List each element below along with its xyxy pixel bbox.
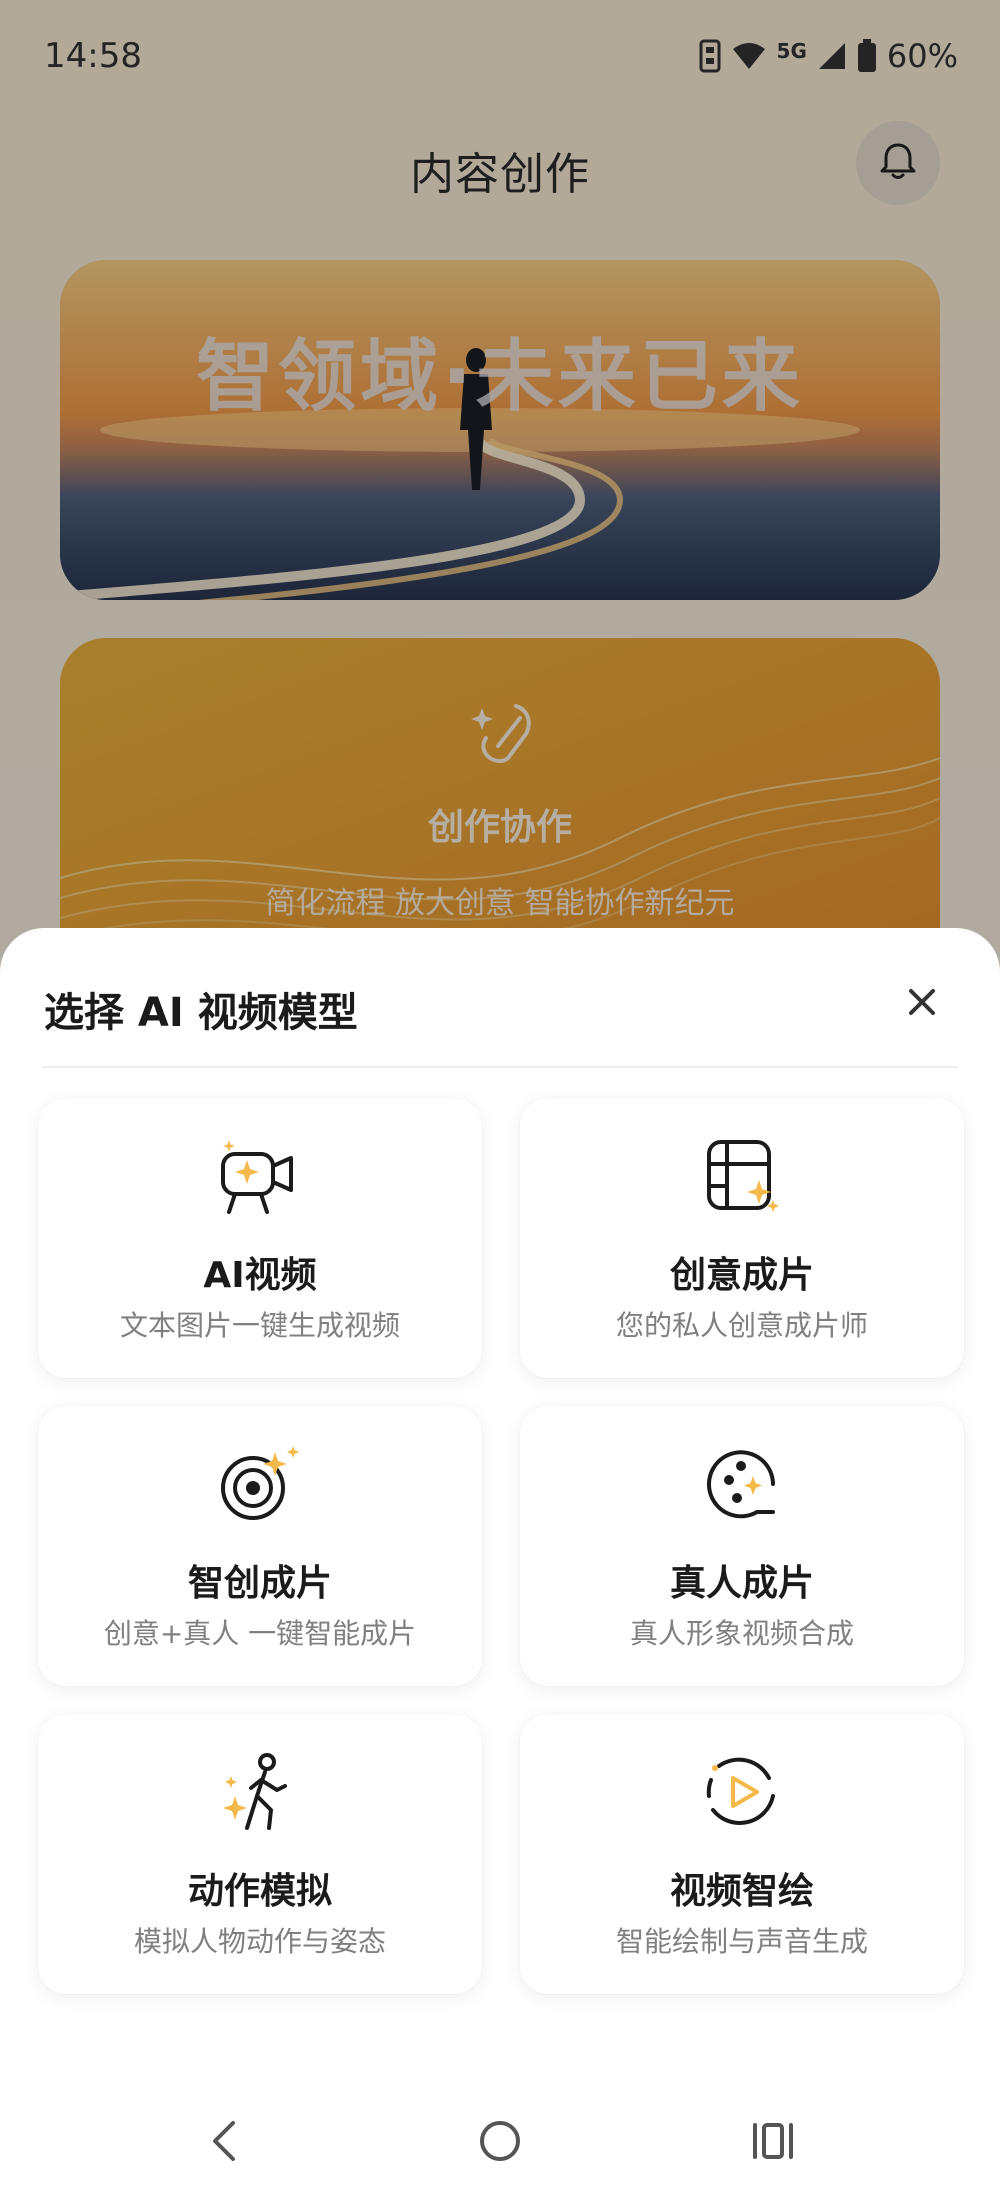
film-sparkle-icon bbox=[699, 1136, 785, 1216]
card-subtitle: 创意+真人 一键智能成片 bbox=[103, 1617, 417, 1650]
card-title: 真人成片 bbox=[669, 1563, 814, 1604]
sheet-title: 选择 AI 视频模型 bbox=[44, 990, 358, 1036]
nav-recents-button[interactable] bbox=[738, 2108, 808, 2178]
running-person-sparkle-icon bbox=[217, 1752, 303, 1832]
system-nav-bar bbox=[0, 2090, 1000, 2199]
model-card-creative-film[interactable]: 创意成片 您的私人创意成片师 bbox=[520, 1098, 964, 1378]
play-circle-icon bbox=[699, 1752, 785, 1832]
target-sparkle-icon bbox=[217, 1444, 303, 1524]
card-title: 智创成片 bbox=[187, 1563, 332, 1604]
close-icon bbox=[907, 987, 937, 1021]
nav-back-button[interactable] bbox=[190, 2108, 260, 2178]
model-card-smart-film[interactable]: 智创成片 创意+真人 一键智能成片 bbox=[38, 1406, 482, 1686]
sheet-divider bbox=[42, 1066, 958, 1068]
card-title: 动作模拟 bbox=[187, 1871, 332, 1912]
video-camera-sparkle-icon bbox=[217, 1136, 303, 1216]
back-chevron-icon bbox=[205, 2119, 245, 2167]
card-subtitle: 真人形象视频合成 bbox=[629, 1617, 854, 1650]
card-subtitle: 智能绘制与声音生成 bbox=[615, 1925, 868, 1958]
reel-sparkle-icon bbox=[699, 1444, 785, 1524]
model-card-video-paint[interactable]: 视频智绘 智能绘制与声音生成 bbox=[520, 1714, 964, 1994]
card-subtitle: 模拟人物动作与姿态 bbox=[133, 1925, 386, 1958]
card-title: 创意成片 bbox=[669, 1255, 814, 1296]
card-title: AI视频 bbox=[203, 1255, 317, 1296]
home-circle-icon bbox=[478, 2119, 522, 2167]
model-card-real-person[interactable]: 真人成片 真人形象视频合成 bbox=[520, 1406, 964, 1686]
card-title: 视频智绘 bbox=[669, 1871, 814, 1912]
card-subtitle: 您的私人创意成片师 bbox=[615, 1309, 868, 1342]
model-card-ai-video[interactable]: AI视频 文本图片一键生成视频 bbox=[38, 1098, 482, 1378]
card-subtitle: 文本图片一键生成视频 bbox=[119, 1309, 400, 1342]
model-card-motion-sim[interactable]: 动作模拟 模拟人物动作与姿态 bbox=[38, 1714, 482, 1994]
recents-icon bbox=[751, 2121, 795, 2165]
close-button[interactable] bbox=[896, 978, 948, 1030]
nav-home-button[interactable] bbox=[465, 2108, 535, 2178]
model-select-sheet: 选择 AI 视频模型 AI视频 文本图片一键生成视频 创意成片 您的私人创意成片… bbox=[0, 928, 1000, 2199]
